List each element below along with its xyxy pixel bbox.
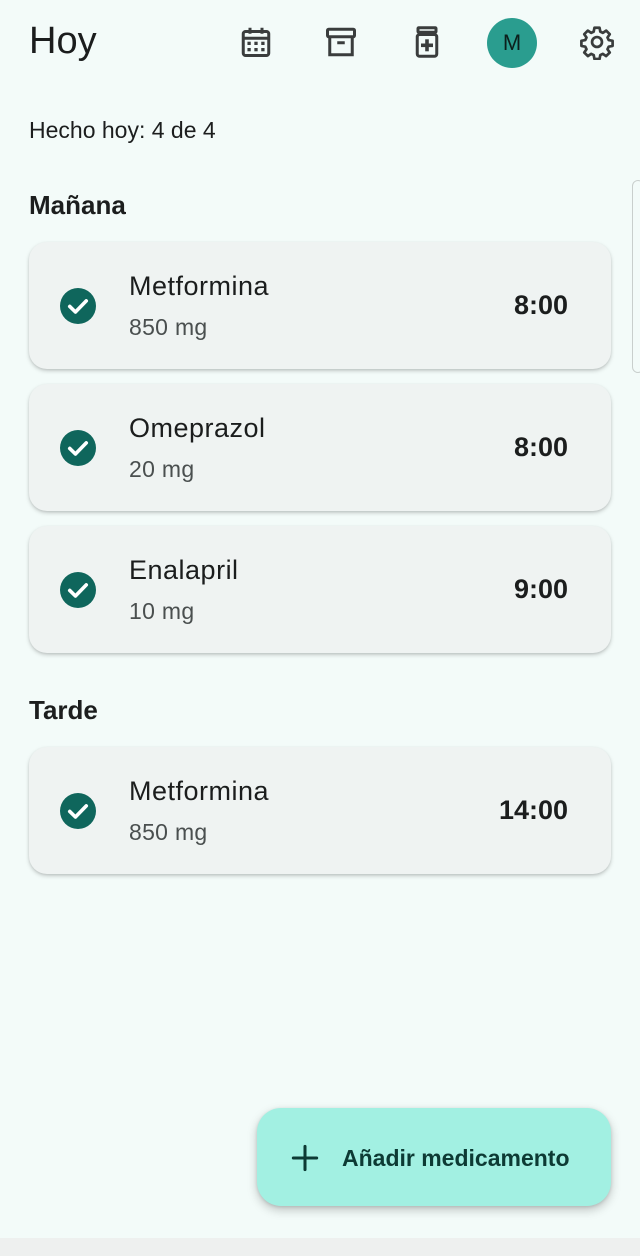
med-card[interactable]: Metformina 850 mg 8:00 (29, 242, 611, 369)
med-name: Enalapril (129, 555, 239, 585)
avatar[interactable]: M (487, 18, 537, 68)
check-circle-icon[interactable] (60, 430, 96, 466)
med-card[interactable]: Metformina 850 mg 14:00 (29, 747, 611, 874)
section-title-afternoon: Tarde (29, 695, 98, 725)
med-time: 9:00 (513, 574, 568, 604)
check-circle-icon[interactable] (60, 572, 96, 608)
settings-icon[interactable] (577, 22, 617, 62)
med-name: Omeprazol (129, 413, 266, 443)
section-title-morning: Mañana (29, 190, 126, 220)
plus-icon (291, 1144, 319, 1172)
med-dose: 850 mg (129, 819, 208, 845)
medication-icon[interactable] (407, 22, 447, 62)
scroll-indicator[interactable] (632, 180, 640, 373)
check-circle-icon[interactable] (60, 288, 96, 324)
navigation-bar-strip (0, 1238, 640, 1256)
calendar-icon[interactable] (236, 22, 276, 62)
med-dose: 20 mg (129, 456, 195, 482)
med-name: Metformina (129, 776, 270, 806)
med-card[interactable]: Enalapril 10 mg 9:00 (29, 526, 611, 653)
med-time: 8:00 (513, 290, 568, 320)
add-medication-label: Añadir medicamento (342, 1145, 570, 1171)
med-time: 8:00 (513, 432, 568, 462)
med-dose: 10 mg (129, 598, 195, 624)
add-medication-button[interactable]: Añadir medicamento (257, 1108, 611, 1206)
check-circle-icon[interactable] (60, 793, 96, 829)
avatar-initial: M (502, 30, 522, 55)
med-card[interactable]: Omeprazol 20 mg 8:00 (29, 384, 611, 511)
med-name: Metformina (129, 271, 270, 301)
app-screen: Hoy M Hecho hoy: 4 de 4 Mañana Metformin… (0, 0, 640, 1256)
page-title: Hoy (29, 20, 97, 62)
archive-icon[interactable] (321, 22, 361, 62)
med-time: 14:00 (498, 795, 568, 825)
med-dose: 850 mg (129, 314, 208, 340)
progress-summary: Hecho hoy: 4 de 4 (29, 117, 216, 143)
top-app-bar: Hoy M (0, 0, 640, 86)
